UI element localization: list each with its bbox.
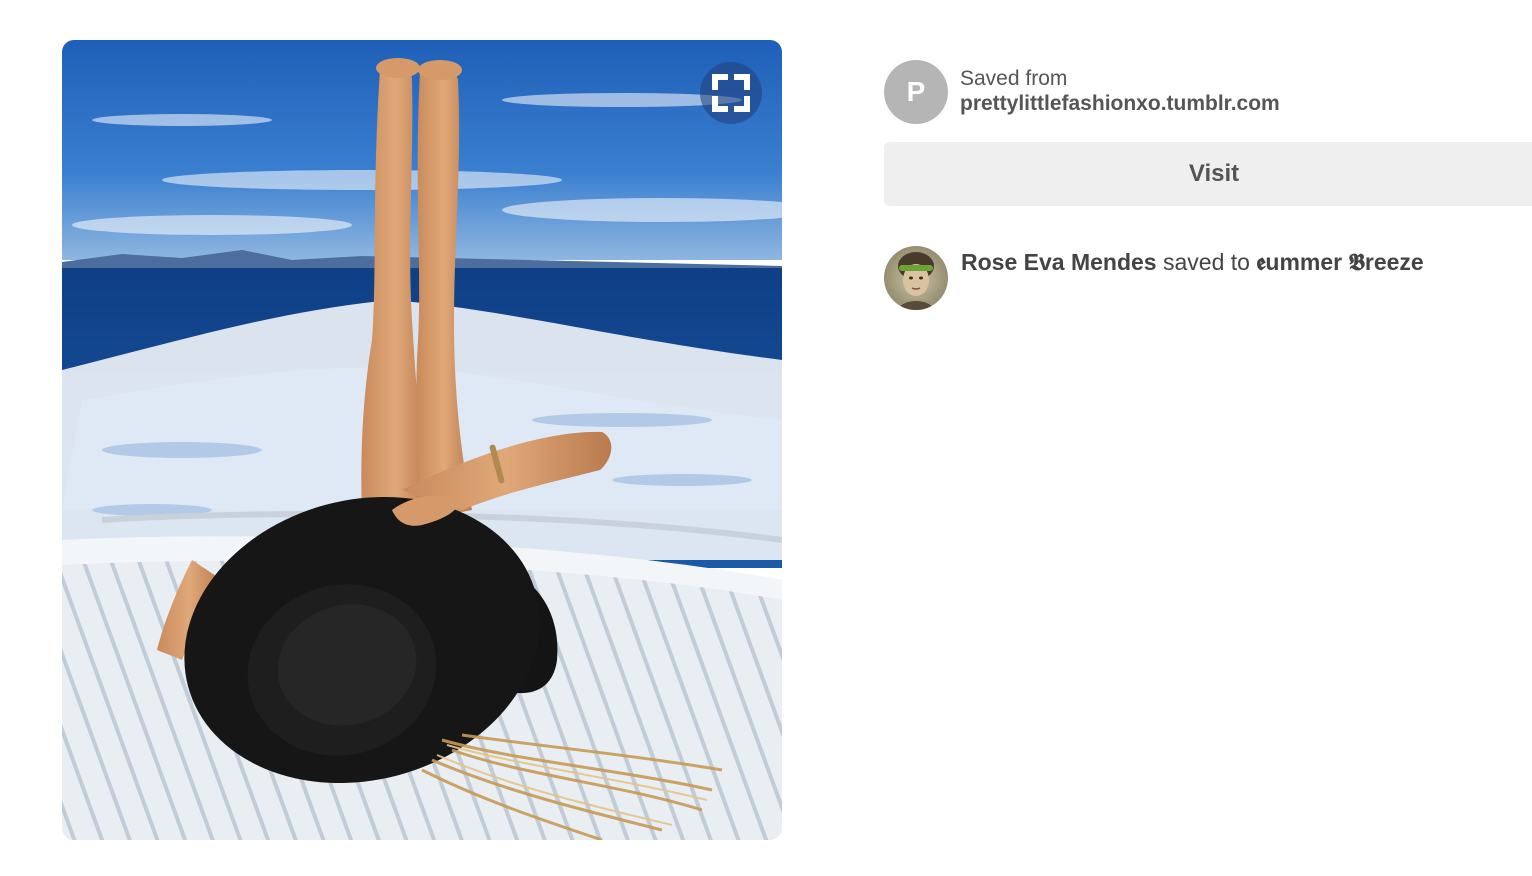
saver-name-link[interactable]: Rose Eva Mendes xyxy=(961,249,1157,275)
saved-to-text: saved to xyxy=(1156,249,1257,275)
expand-button[interactable] xyxy=(700,62,762,124)
board-name-link[interactable]: 𝖊ummer 𝕭reeze xyxy=(1256,249,1423,275)
source-info[interactable]: P Saved from prettylittlefashionxo.tumbl… xyxy=(884,60,1280,124)
visit-button[interactable]: Visit xyxy=(884,142,1532,206)
saver-info: Rose Eva Mendes saved to 𝖊ummer 𝕭reeze xyxy=(884,246,1424,310)
expand-icon xyxy=(712,74,750,112)
pin-closeup-page: P Saved from prettylittlefashionxo.tumbl… xyxy=(0,0,1532,876)
source-domain-link[interactable]: prettylittlefashionxo.tumblr.com xyxy=(960,91,1280,117)
source-text: Saved from prettylittlefashionxo.tumblr.… xyxy=(960,67,1280,117)
pin-photo xyxy=(62,40,782,840)
pin-image[interactable] xyxy=(62,40,782,840)
saved-from-label: Saved from xyxy=(960,67,1068,90)
saver-text: Rose Eva Mendes saved to 𝖊ummer 𝕭reeze xyxy=(961,246,1424,278)
source-avatar: P xyxy=(884,60,948,124)
saver-avatar[interactable] xyxy=(884,246,948,310)
